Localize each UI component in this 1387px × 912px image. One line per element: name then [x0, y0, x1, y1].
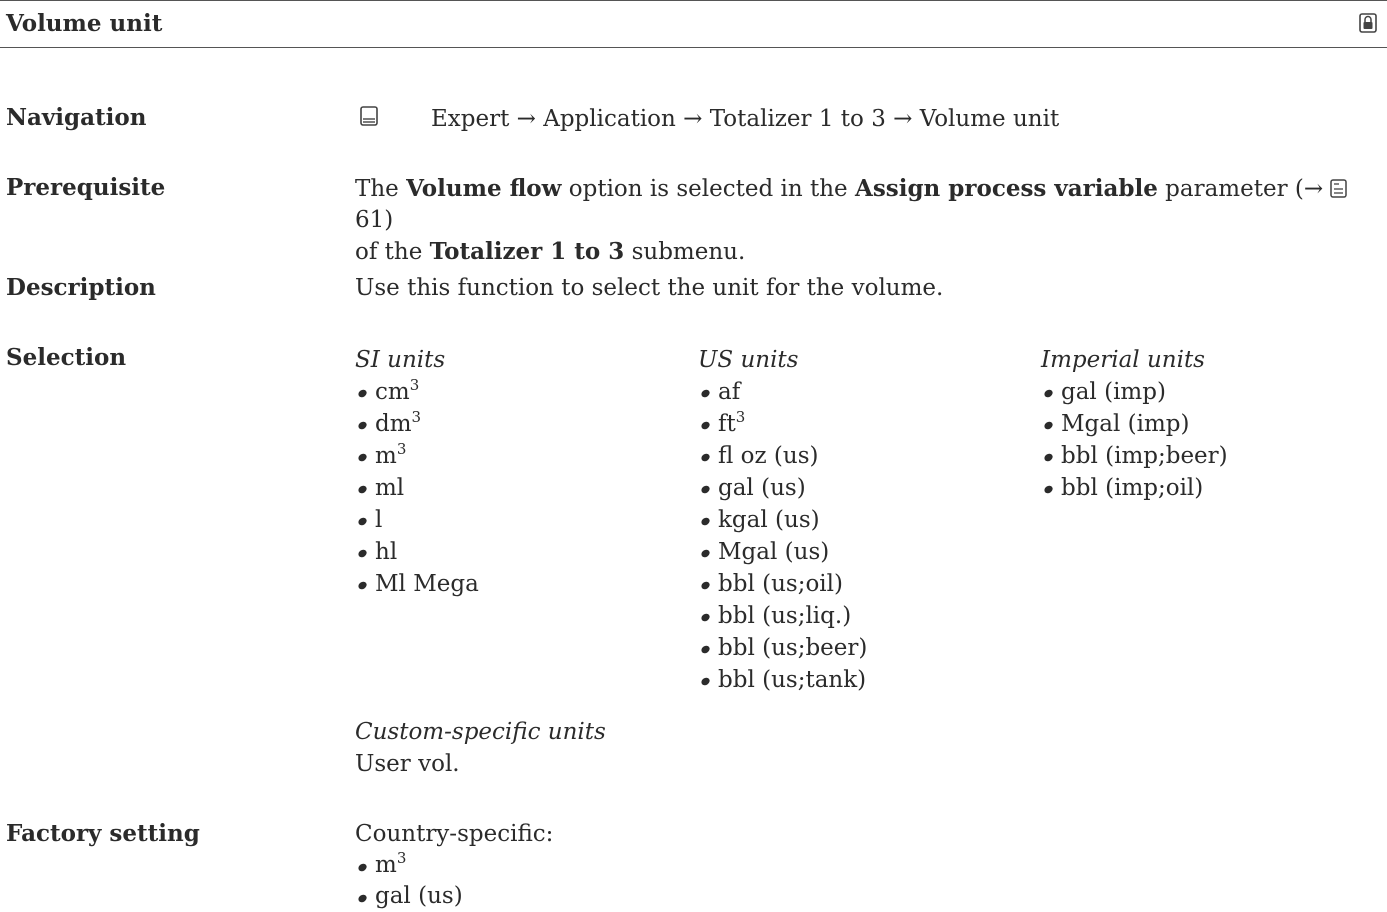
unit-name: af: [718, 379, 741, 405]
list-item: l: [355, 504, 479, 536]
list-item: Mgal (imp): [1041, 408, 1228, 440]
list-item: Mgal (us): [698, 536, 867, 568]
unit-exponent: 3: [396, 440, 407, 458]
unit-name: bbl (us;beer): [718, 635, 868, 661]
custom-units-heading: Custom-specific units: [355, 719, 606, 745]
list-item: bbl (us;oil): [698, 568, 867, 600]
unit-name: bbl (us;oil): [718, 571, 843, 597]
unit-name: ml: [375, 475, 405, 501]
description-text: Use this function to select the unit for…: [355, 275, 944, 301]
lock-icon: [1359, 13, 1377, 33]
book-icon: [1330, 179, 1348, 198]
navigation-label: Navigation: [6, 104, 147, 131]
prerequisite-text: The Volume flow option is selected in th…: [355, 173, 1387, 268]
unit-name: bbl (imp;oil): [1061, 475, 1204, 501]
si-units-heading: SI units: [355, 347, 446, 373]
list-item: bbl (imp;beer): [1041, 440, 1228, 472]
unit-name: hl: [375, 539, 398, 565]
list-item: bbl (us;tank): [698, 664, 867, 696]
list-item: m3: [355, 440, 479, 472]
unit-exponent: 3: [735, 408, 746, 426]
unit-exponent: 3: [409, 376, 420, 394]
unit-name: m: [375, 852, 397, 878]
custom-units-block: Custom-specific units User vol.: [355, 716, 606, 780]
factory-setting-label: Factory setting: [6, 820, 200, 847]
list-item: ft3: [698, 408, 867, 440]
unit-name: bbl (us;liq.): [718, 603, 852, 629]
list-item: kgal (us): [698, 504, 867, 536]
list-item: gal (imp): [1041, 376, 1228, 408]
factory-setting-block: Country-specific: m3 gal (us): [355, 819, 553, 912]
unit-name: Ml Mega: [375, 571, 479, 597]
description-label: Description: [6, 274, 156, 301]
list-item: Ml Mega: [355, 568, 479, 600]
list-item: gal (us): [355, 881, 553, 912]
menu-icon: [360, 106, 378, 126]
factory-setting-intro: Country-specific:: [355, 821, 554, 847]
list-item: dm3: [355, 408, 479, 440]
us-units-column: US units af ft3 fl oz (us) gal (us) kgal (us…: [698, 344, 867, 696]
custom-units-value: User vol.: [355, 751, 460, 777]
section-title: Volume unit: [6, 10, 163, 37]
unit-name: gal (us): [375, 883, 463, 909]
list-item: af: [698, 376, 867, 408]
section-header: Volume unit: [0, 0, 1387, 48]
unit-name: dm: [375, 411, 412, 437]
imperial-units-heading: Imperial units: [1041, 347, 1205, 373]
imperial-units-column: Imperial units gal (imp) Mgal (imp) bbl (i…: [1041, 344, 1228, 504]
us-units-list: af ft3 fl oz (us) gal (us) kgal (us) Mgal (us…: [698, 376, 867, 696]
navigation-path: Expert → Application → Totalizer 1 to 3 …: [431, 106, 1060, 132]
list-item: m3: [355, 850, 553, 881]
unit-name: cm: [375, 379, 410, 405]
unit-name: gal (imp): [1061, 379, 1166, 405]
imperial-units-list: gal (imp) Mgal (imp) bbl (imp;beer) bbl (im…: [1041, 376, 1228, 504]
prerequisite-label: Prerequisite: [6, 174, 166, 201]
unit-name: ft: [718, 411, 736, 437]
list-item: fl oz (us): [698, 440, 867, 472]
list-item: bbl (imp;oil): [1041, 472, 1228, 504]
unit-name: Mgal (imp): [1061, 411, 1190, 437]
factory-setting-list: m3 gal (us): [355, 850, 553, 912]
unit-name: Mgal (us): [718, 539, 830, 565]
unit-name: bbl (imp;beer): [1061, 443, 1228, 469]
list-item: gal (us): [698, 472, 867, 504]
si-units-list: cm3 dm3 m3 ml l hl Ml Mega: [355, 376, 479, 600]
list-item: ml: [355, 472, 479, 504]
si-units-column: SI units cm3 dm3 m3 ml l hl Ml Mega: [355, 344, 479, 600]
unit-name: kgal (us): [718, 507, 820, 533]
unit-name: gal (us): [718, 475, 806, 501]
list-item: bbl (us;liq.): [698, 600, 867, 632]
list-item: bbl (us;beer): [698, 632, 867, 664]
unit-exponent: 3: [411, 408, 422, 426]
page-reference[interactable]: 61: [355, 207, 384, 233]
unit-name: m: [375, 443, 397, 469]
unit-name: l: [375, 507, 383, 533]
unit-name: bbl (us;tank): [718, 667, 867, 693]
unit-exponent: 3: [396, 849, 407, 867]
list-item: hl: [355, 536, 479, 568]
selection-label: Selection: [6, 344, 127, 371]
us-units-heading: US units: [698, 347, 799, 373]
unit-name: fl oz (us): [718, 443, 819, 469]
list-item: cm3: [355, 376, 479, 408]
